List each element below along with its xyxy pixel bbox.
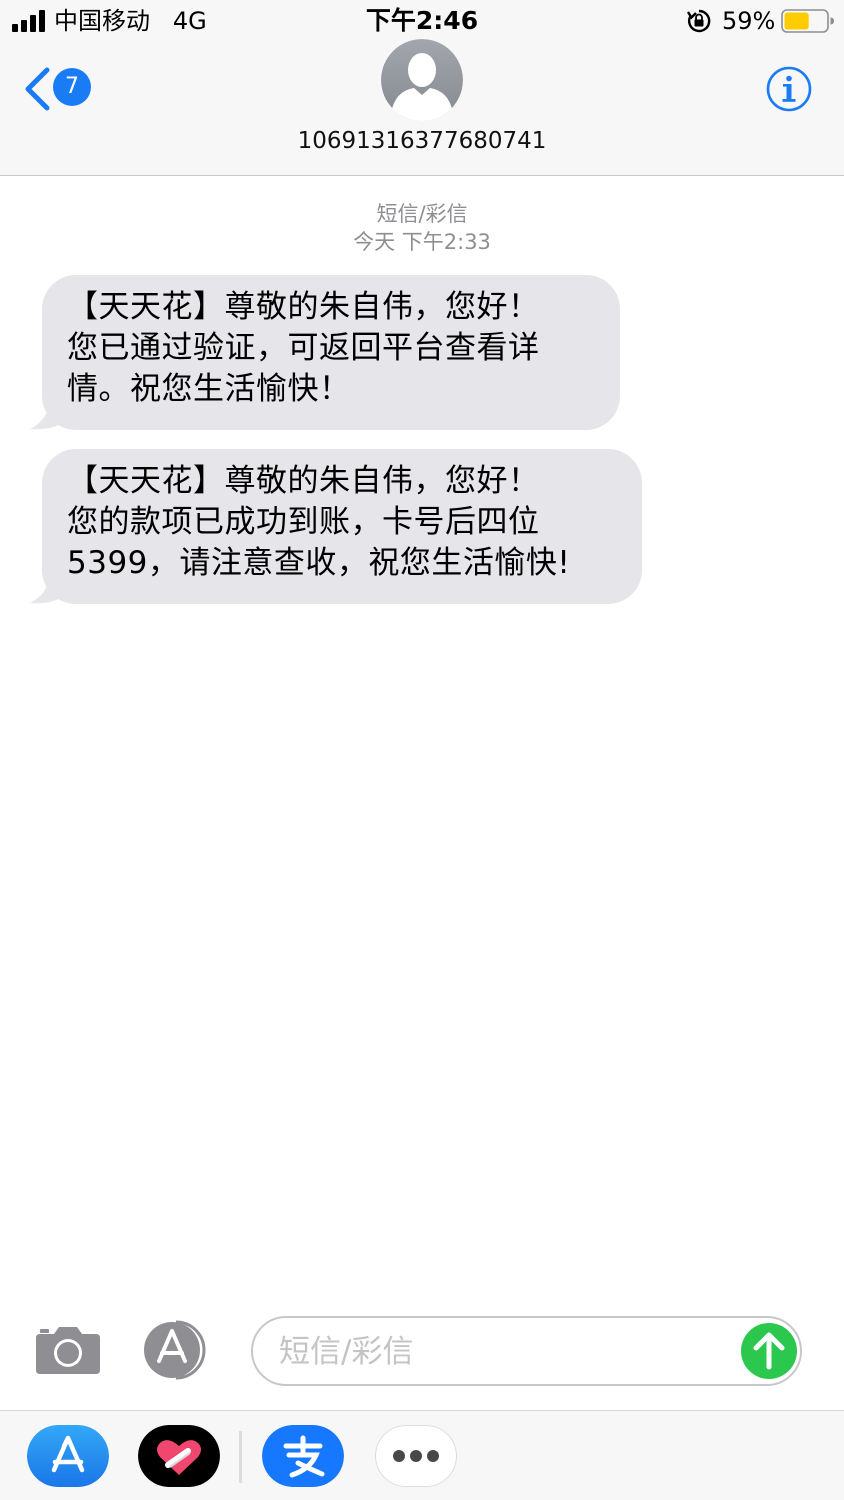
back-chevron-icon xyxy=(25,67,50,111)
app-store-icon[interactable] xyxy=(142,1320,216,1380)
send-arrow-icon xyxy=(753,1332,785,1370)
battery-level-fill xyxy=(784,12,809,30)
send-button[interactable] xyxy=(741,1323,797,1379)
message-bubble[interactable]: 【天天花】尊敬的朱自伟，您好！ 您的款项已成功到账，卡号后四位 5399，请注意… xyxy=(42,449,642,604)
battery-icon xyxy=(781,9,834,33)
app-store-icon xyxy=(27,1425,109,1487)
drawer-heart-sticker[interactable] xyxy=(138,1425,220,1487)
info-icon[interactable] xyxy=(766,66,812,112)
battery-percent: 59% xyxy=(722,7,776,35)
app-drawer xyxy=(0,1410,844,1500)
alipay-icon xyxy=(262,1425,344,1487)
orientation-lock-icon xyxy=(686,9,711,33)
message-bubble[interactable]: 【天天花】尊敬的朱自伟，您好！ 您已通过验证，可返回平台查看详 情。祝您生活愉快… xyxy=(42,275,620,430)
drawer-divider xyxy=(239,1431,242,1483)
status-time: 下午2:46 xyxy=(365,6,479,35)
message-input-placeholder: 短信/彩信 xyxy=(279,1334,414,1370)
contact-avatar-icon[interactable] xyxy=(381,39,463,121)
message-service-label: 短信/彩信 xyxy=(376,202,468,226)
back-button[interactable]: 7 xyxy=(22,66,98,112)
heart-sticker-icon xyxy=(138,1425,220,1487)
drawer-app-store[interactable] xyxy=(27,1425,109,1487)
message-timestamp: 今天 下午2:33 xyxy=(353,230,491,254)
drawer-alipay[interactable] xyxy=(262,1425,344,1487)
message-input[interactable]: 短信/彩信 xyxy=(251,1316,802,1386)
status-bar: 中国移动 4G 下午2:46 59% xyxy=(0,0,844,44)
conversation-header: 7 10691316377680741 xyxy=(0,39,844,176)
drawer-more[interactable] xyxy=(375,1425,457,1487)
contact-number[interactable]: 10691316377680741 xyxy=(0,126,844,156)
messages-screen: 中国移动 4G 下午2:46 59% 7 10691316377680741 短… xyxy=(0,0,844,1500)
more-icon xyxy=(393,1450,439,1462)
unread-count-badge: 7 xyxy=(53,68,91,106)
avatar-silhouette-icon xyxy=(381,39,463,121)
camera-icon[interactable] xyxy=(34,1324,102,1376)
